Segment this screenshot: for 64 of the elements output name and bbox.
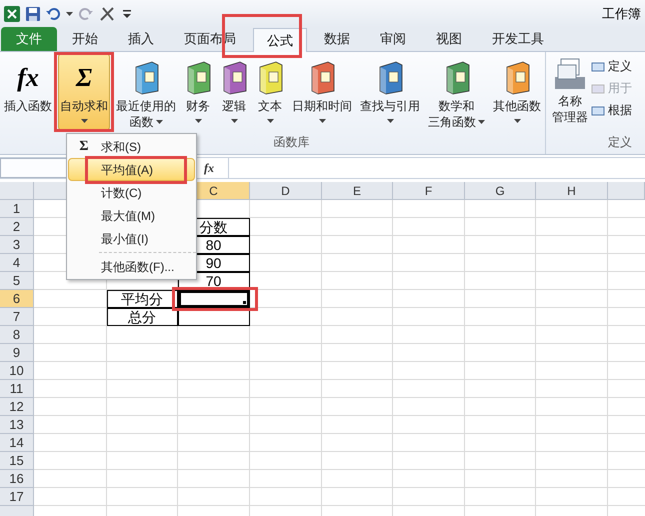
row-header[interactable]: 13 xyxy=(0,416,34,434)
window-title: 工作簿 xyxy=(602,4,641,23)
row-header[interactable]: 6 xyxy=(0,290,34,308)
ribbon-button[interactable]: 逻辑 xyxy=(218,53,250,131)
ribbon-tab[interactable]: 审阅 xyxy=(365,27,421,51)
function-icon: fx xyxy=(17,65,39,91)
ribbon-tab[interactable]: 插入 xyxy=(113,27,169,51)
ribbon-tab[interactable]: 数据 xyxy=(309,27,365,51)
group-label: 函数库 xyxy=(272,134,310,151)
customize-icon[interactable] xyxy=(123,8,131,18)
row-header[interactable]: 8 xyxy=(0,326,34,344)
column-header[interactable]: F xyxy=(393,182,465,200)
row-header[interactable]: 3 xyxy=(0,236,34,254)
menu-item[interactable]: Σ 求和(S) xyxy=(68,135,195,158)
row-header[interactable]: 1 xyxy=(0,200,34,218)
ribbon-tab[interactable]: 文件 xyxy=(1,27,57,51)
row-header[interactable]: 14 xyxy=(0,434,34,452)
ribbon-tab[interactable]: 公式 xyxy=(253,28,307,52)
redo-icon xyxy=(79,6,93,20)
row-header[interactable]: 15 xyxy=(0,452,34,470)
column-header[interactable]: D xyxy=(250,182,322,200)
row-header[interactable]: 2 xyxy=(0,218,34,236)
sum-icon: Σ xyxy=(79,136,89,157)
ribbon-button[interactable]: fx 插入函数 xyxy=(2,53,54,131)
ribbon-tab[interactable]: 开发工具 xyxy=(477,27,559,51)
ribbon-small-button[interactable]: 定义 xyxy=(591,57,632,76)
row-header[interactable]: 5 xyxy=(0,272,34,290)
ribbon-tab[interactable]: 视图 xyxy=(421,27,477,51)
ribbon-button[interactable]: 数学和 三角函数 xyxy=(426,53,487,131)
row-header[interactable]: 16 xyxy=(0,470,34,488)
table-cell: 平均分 xyxy=(107,290,178,308)
row-header[interactable]: 11 xyxy=(0,380,34,398)
row-header[interactable]: 4 xyxy=(0,254,34,272)
group-label: 定义 xyxy=(608,134,632,151)
tag-icon xyxy=(591,60,605,72)
row-header[interactable]: 10 xyxy=(0,362,34,380)
column-header[interactable]: G xyxy=(465,182,536,200)
save-icon[interactable] xyxy=(26,6,40,20)
column-header[interactable]: H xyxy=(536,182,608,200)
ribbon-button[interactable]: Σ 自动求和 xyxy=(58,53,110,131)
ribbon-button[interactable]: 文本 xyxy=(254,53,286,131)
name-manager-button[interactable]: 名称 管理器 xyxy=(552,57,588,125)
ribbon-button[interactable]: 财务 xyxy=(182,53,214,131)
fill-handle[interactable] xyxy=(242,300,247,305)
row-header[interactable]: 17 xyxy=(0,488,34,506)
row-header[interactable]: 12 xyxy=(0,398,34,416)
spreadsheet-logo-icon[interactable] xyxy=(4,6,20,22)
ribbon-button[interactable]: 日期和时间 xyxy=(290,53,354,131)
row-header[interactable]: 7 xyxy=(0,308,34,326)
ribbon-small-button[interactable]: 根据 xyxy=(591,101,632,120)
ribbon-button[interactable]: 其他函数 xyxy=(491,53,543,131)
tag-icon xyxy=(591,82,605,94)
caret-icon xyxy=(66,12,73,16)
undo-icon[interactable] xyxy=(46,6,60,20)
table-cell: 总分 xyxy=(107,308,178,326)
tag-icon xyxy=(591,104,605,116)
row-header[interactable]: 9 xyxy=(0,344,34,362)
ribbon-tab[interactable]: 开始 xyxy=(57,27,113,51)
ribbon-button[interactable]: 最近使用的 函数 xyxy=(114,53,178,131)
ribbon-button[interactable]: 查找与引用 xyxy=(358,53,422,131)
menu-item[interactable]: 平均值(A) xyxy=(68,158,195,181)
function-icon: Σ xyxy=(76,65,92,91)
column-header[interactable]: E xyxy=(322,182,393,200)
ribbon-tab[interactable]: 页面布局 xyxy=(169,27,251,51)
